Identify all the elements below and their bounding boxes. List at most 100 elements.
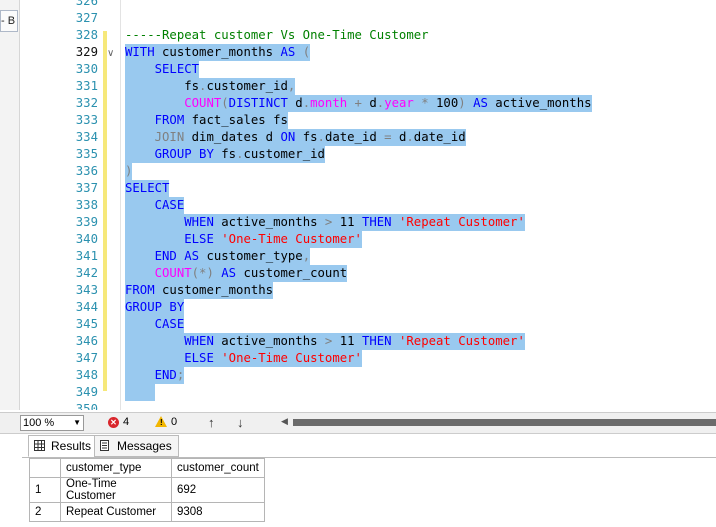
line-number: 341 <box>75 249 98 263</box>
code-token: AS <box>473 96 488 110</box>
code-line[interactable]: 330 SELECT <box>20 61 716 78</box>
table-cell[interactable]: 692 <box>171 477 265 503</box>
code-text: COUNT(DISTINCT d.month + d.year * 100) A… <box>125 95 592 112</box>
code-token: SELECT <box>125 181 170 195</box>
table-cell[interactable]: Repeat Customer <box>60 502 172 522</box>
code-line[interactable]: 327 <box>20 10 716 27</box>
error-count[interactable]: 4 <box>123 416 129 428</box>
code-line[interactable]: 340 ELSE 'One-Time Customer' <box>20 231 716 248</box>
table-row[interactable]: 1 One-Time Customer 692 <box>29 477 265 503</box>
code-line[interactable]: 333 FROM fact_sales fs <box>20 112 716 129</box>
code-line[interactable]: 345 CASE <box>20 316 716 333</box>
code-text: GROUP BY fs.customer_id <box>125 146 325 163</box>
code-line[interactable]: 336) <box>20 163 716 180</box>
scroll-left-icon[interactable]: ◀ <box>281 416 288 427</box>
code-token: active_months <box>213 334 325 348</box>
query-editor[interactable]: ∨ 326 327 328 -----Repeat customer Vs One-T… <box>20 0 716 410</box>
code-token: dim_dates d <box>184 130 281 144</box>
code-line[interactable]: 332 COUNT(DISTINCT d.month + d.year * 10… <box>20 95 716 112</box>
row-number[interactable]: 2 <box>29 502 61 522</box>
code-token: date_id <box>324 130 385 144</box>
code-line[interactable]: 335 GROUP BY fs.customer_id <box>20 146 716 163</box>
column-header[interactable]: customer_type <box>60 458 172 478</box>
code-text: COUNT(*) AS customer_count <box>125 265 348 282</box>
line-number: 329 <box>75 45 98 59</box>
code-token: d <box>391 130 407 144</box>
code-token: 'One-Time Customer' <box>221 351 362 365</box>
code-token: AS <box>184 249 200 263</box>
code-token: customer_type <box>199 249 303 263</box>
code-line[interactable]: 341 END AS customer_type, <box>20 248 716 265</box>
code-token: date_id <box>413 130 466 144</box>
code-token: . <box>302 96 311 110</box>
grid-header-row: customer_type customer_count <box>29 458 265 478</box>
table-cell[interactable]: 9308 <box>171 502 265 522</box>
line-number: 342 <box>75 266 98 280</box>
line-number: 337 <box>75 181 98 195</box>
code-token: 11 <box>332 334 362 348</box>
column-header[interactable]: customer_count <box>171 458 265 478</box>
code-token: d <box>369 96 377 110</box>
zoom-dropdown[interactable]: 100 % ▼ <box>20 415 84 431</box>
tab-messages-label: Messages <box>117 439 172 453</box>
code-token: 'Repeat Customer' <box>398 215 525 229</box>
horizontal-scrollbar[interactable]: ◀ <box>281 416 716 428</box>
scrollbar-thumb[interactable] <box>293 419 716 426</box>
error-icon[interactable]: ✕ <box>108 417 119 428</box>
code-line[interactable]: 331 fs.customer_id, <box>20 78 716 95</box>
left-docked-tab[interactable]: - B <box>0 10 18 32</box>
warning-count[interactable]: 0 <box>171 416 177 428</box>
code-line[interactable]: 326 <box>20 0 716 10</box>
results-grid[interactable]: customer_type customer_count 1 One-Time … <box>29 458 265 522</box>
table-row[interactable]: 2 Repeat Customer 9308 <box>29 502 265 522</box>
row-number[interactable]: 1 <box>29 477 61 503</box>
code-token: , <box>287 79 296 93</box>
code-line[interactable]: 343 FROM customer_months <box>20 282 716 299</box>
next-issue-arrow-icon[interactable]: ↓ <box>237 415 244 430</box>
code-token: (*) <box>191 266 222 280</box>
code-line[interactable]: 349 <box>20 384 716 401</box>
code-token: END <box>154 249 177 263</box>
code-line[interactable]: 329 WITH customer_months AS ( <box>20 44 716 61</box>
code-token: ( <box>221 96 229 110</box>
code-token: customer_count <box>236 266 348 280</box>
code-token: 'Repeat Customer' <box>398 334 525 348</box>
tab-results-label: Results <box>51 439 92 453</box>
code-text: WHEN active_months > 11 THEN 'Repeat Cus… <box>125 214 525 231</box>
code-token: ON <box>280 130 296 144</box>
code-token: AS <box>221 266 237 280</box>
code-token: customer_id <box>206 79 288 93</box>
code-line[interactable]: 328 -----Repeat customer Vs One-Time Cust… <box>20 27 716 44</box>
tab-messages[interactable]: Messages <box>94 435 179 457</box>
code-line[interactable]: 334 JOIN dim_dates d ON fs.date_id = d.d… <box>20 129 716 146</box>
code-line[interactable]: 342 COUNT(*) AS customer_count <box>20 265 716 282</box>
code-line[interactable]: 338 CASE <box>20 197 716 214</box>
code-line[interactable]: 348 END; <box>20 367 716 384</box>
code-line[interactable]: 346 WHEN active_months > 11 THEN 'Repeat… <box>20 333 716 350</box>
line-number: 334 <box>75 130 98 144</box>
code-text: JOIN dim_dates d ON fs.date_id = d.date_… <box>125 129 466 146</box>
code-token: 100 <box>436 96 459 110</box>
code-line[interactable]: 344 GROUP BY <box>20 299 716 316</box>
code-text: GROUP BY <box>125 299 185 316</box>
code-token: fs <box>295 130 318 144</box>
code-line[interactable]: 350 <box>20 401 716 410</box>
table-cell[interactable]: One-Time Customer <box>60 477 172 503</box>
code-line[interactable]: 347 ELSE 'One-Time Customer' <box>20 350 716 367</box>
code-text: -----Repeat customer Vs One-Time Custome… <box>125 27 429 44</box>
code-line[interactable]: 337 SELECT <box>20 180 716 197</box>
chevron-down-icon: ▼ <box>73 418 81 427</box>
code-token: . <box>317 130 325 144</box>
row-header-corner[interactable] <box>29 458 61 478</box>
tab-results[interactable]: Results <box>28 435 99 457</box>
previous-issue-arrow-icon[interactable]: ↑ <box>208 415 215 430</box>
code-line[interactable]: 339 WHEN active_months > 11 THEN 'Repeat… <box>20 214 716 231</box>
line-number: 350 <box>75 402 98 410</box>
